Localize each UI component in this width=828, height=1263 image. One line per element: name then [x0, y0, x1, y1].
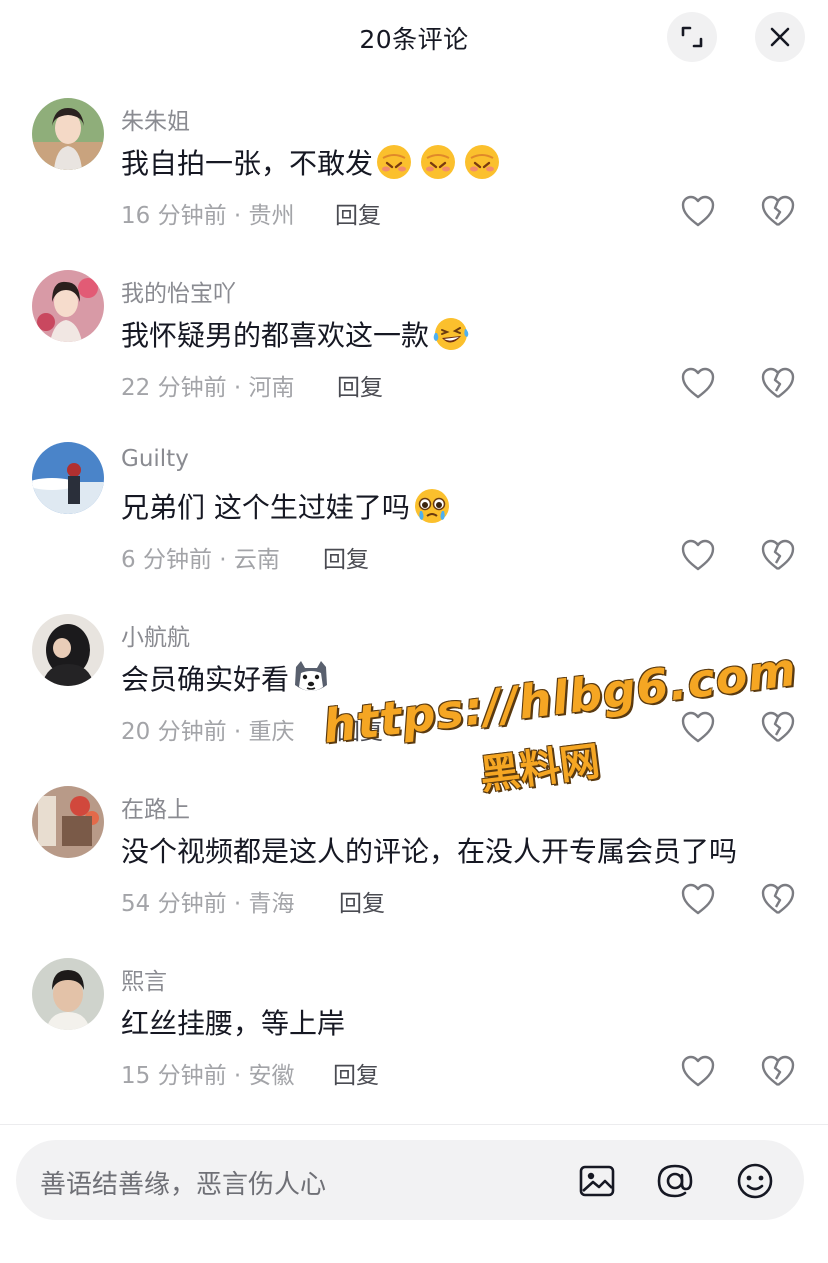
- expand-icon: [681, 26, 703, 48]
- comment-username[interactable]: 我的怡宝吖: [121, 274, 236, 308]
- broken-heart-icon[interactable]: [760, 710, 796, 744]
- comment-text: 我怀疑男的都喜欢这一款: [121, 314, 471, 354]
- laughing-tears-emoji: [433, 318, 469, 350]
- comment-text: 我自拍一张，不敢发: [121, 142, 501, 182]
- avatar[interactable]: [32, 442, 104, 514]
- comment-username[interactable]: Guilty: [121, 446, 189, 472]
- comment-text-content: 会员确实好看: [121, 663, 290, 696]
- comments-header: 20条评论: [0, 0, 828, 80]
- heart-icon[interactable]: [680, 194, 716, 228]
- comment-item: 我的怡宝吖 我怀疑男的都喜欢这一款 22 分钟前 · 河南 回复: [0, 270, 828, 442]
- comment-item: 小航航 会员确实好看 20 分钟前 · 重庆 回复: [0, 614, 828, 786]
- pleading-face-emoji: [414, 489, 449, 523]
- broken-heart-icon[interactable]: [760, 194, 796, 228]
- comment-username[interactable]: 熙言: [121, 962, 167, 996]
- heart-icon[interactable]: [680, 538, 716, 572]
- comment-text-content: 没个视频都是这人的评论，在没人开专属会员了吗: [121, 835, 738, 868]
- shy-face-emoji: [377, 145, 412, 179]
- comment-meta: 16 分钟前 · 贵州: [121, 203, 295, 229]
- broken-heart-icon[interactable]: [760, 1054, 796, 1088]
- comment-text-content: 兄弟们 这个生过娃了吗: [121, 491, 410, 524]
- reply-button[interactable]: 回复: [323, 540, 369, 574]
- broken-heart-icon[interactable]: [760, 538, 796, 572]
- comment-username[interactable]: 小航航: [121, 618, 190, 652]
- comment-username[interactable]: 朱朱姐: [121, 102, 190, 136]
- comment-meta: 20 分钟前 · 重庆: [121, 719, 295, 745]
- comment-text-content: 我怀疑男的都喜欢这一款: [121, 319, 430, 352]
- heart-icon[interactable]: [680, 1054, 716, 1088]
- shy-face-emoji: [421, 145, 456, 179]
- comment-item: 熙言 红丝挂腰，等上岸 15 分钟前 · 安徽 回复: [0, 958, 828, 1130]
- broken-heart-icon[interactable]: [760, 366, 796, 400]
- comment-text: 没个视频都是这人的评论，在没人开专属会员了吗: [121, 830, 737, 870]
- comment-item: 在路上 没个视频都是这人的评论，在没人开专属会员了吗 54 分钟前 · 青海 回…: [0, 786, 828, 958]
- comments-panel: 20条评论 朱朱姐 我自拍一张，不敢发 16 分钟前 · 贵州 回复 我的怡宝吖…: [0, 0, 828, 1263]
- comment-input[interactable]: 善语结善缘，恶言伤人心: [16, 1140, 804, 1220]
- comment-text: 兄弟们 这个生过娃了吗: [121, 486, 452, 526]
- comment-meta: 54 分钟前 · 青海: [121, 891, 295, 917]
- heart-icon[interactable]: [680, 882, 716, 916]
- reply-button[interactable]: 回复: [339, 884, 385, 918]
- footer-divider: [0, 1124, 828, 1125]
- avatar[interactable]: [32, 270, 104, 342]
- comment-text-content: 红丝挂腰，等上岸: [121, 1007, 346, 1040]
- comment-text: 红丝挂腰，等上岸: [121, 1002, 345, 1042]
- shy-face-emoji: [465, 145, 500, 179]
- comment-emojis: [375, 143, 501, 181]
- comment-item: 朱朱姐 我自拍一张，不敢发 16 分钟前 · 贵州 回复: [0, 98, 828, 270]
- reply-button[interactable]: 回复: [333, 1056, 379, 1090]
- comment-text: 会员确实好看: [121, 658, 331, 698]
- reply-button[interactable]: 回复: [337, 368, 383, 402]
- comment-emojis: [431, 315, 471, 353]
- comment-emojis: [412, 487, 452, 525]
- close-icon: [770, 27, 790, 47]
- husky-emoji: [295, 661, 328, 691]
- heart-icon[interactable]: [680, 710, 716, 744]
- comment-username[interactable]: 在路上: [121, 790, 190, 824]
- comment-meta: 15 分钟前 · 安徽: [121, 1063, 295, 1089]
- at-icon[interactable]: [654, 1160, 696, 1202]
- reply-button[interactable]: 回复: [337, 712, 383, 746]
- expand-button[interactable]: [667, 12, 717, 62]
- broken-heart-icon[interactable]: [760, 882, 796, 916]
- smiley-icon[interactable]: [734, 1160, 776, 1202]
- avatar[interactable]: [32, 958, 104, 1030]
- comment-input-placeholder: 善语结善缘，恶言伤人心: [40, 1170, 327, 1200]
- heart-icon[interactable]: [680, 366, 716, 400]
- comment-meta: 6 分钟前 · 云南: [121, 547, 280, 573]
- avatar[interactable]: [32, 614, 104, 686]
- comment-text-content: 我自拍一张，不敢发: [121, 147, 374, 180]
- comment-item: Guilty 兄弟们 这个生过娃了吗 6 分钟前 · 云南 回复: [0, 442, 828, 614]
- comment-meta: 22 分钟前 · 河南: [121, 375, 295, 401]
- close-button[interactable]: [755, 12, 805, 62]
- reply-button[interactable]: 回复: [335, 196, 381, 230]
- comment-emojis: [291, 659, 331, 697]
- avatar[interactable]: [32, 786, 104, 858]
- avatar[interactable]: [32, 98, 104, 170]
- image-icon[interactable]: [576, 1160, 618, 1202]
